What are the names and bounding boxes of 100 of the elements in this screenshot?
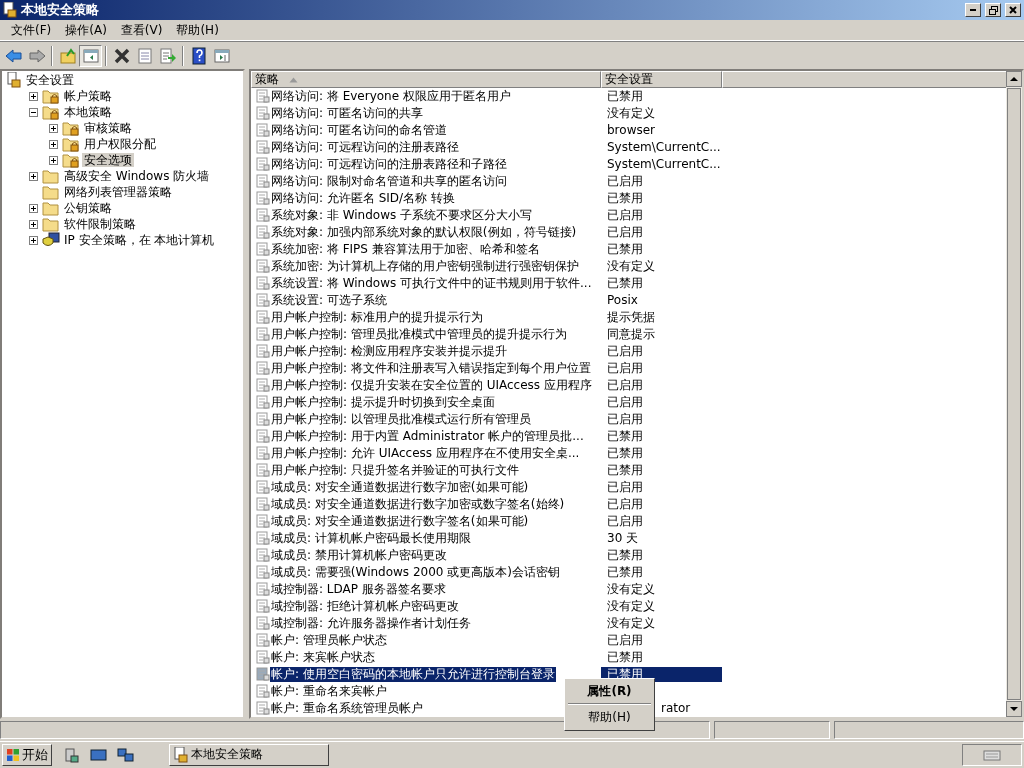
computer-shield-icon (42, 232, 60, 248)
policy-icon (256, 123, 270, 138)
policy-name[interactable]: 网络访问: 可远程访问的注册表路径 (270, 140, 460, 155)
expand-toggle[interactable] (29, 235, 38, 245)
policy-name[interactable]: 网络访问: 限制对命名管道和共享的匿名访问 (270, 174, 508, 189)
policy-name[interactable]: 域成员: 禁用计算机帐户密码更改 (270, 548, 448, 563)
setting-value: 已禁用 (606, 276, 644, 291)
policy-icon (256, 446, 270, 461)
folder-up-icon (58, 46, 77, 65)
start-button[interactable]: 开始 (2, 743, 52, 766)
policy-name[interactable]: 系统加密: 将 FIPS 兼容算法用于加密、哈希和签名 (270, 242, 541, 257)
policy-icon (256, 276, 270, 291)
menu-item[interactable]: 文件(F) (4, 21, 59, 39)
vertical-scrollbar[interactable] (1006, 71, 1022, 717)
expand-toggle[interactable] (49, 155, 58, 165)
minimize-button[interactable] (965, 3, 981, 17)
setting-value: 已启用 (606, 378, 644, 393)
policy-name[interactable]: 帐户: 管理员帐户状态 (270, 633, 388, 648)
scrollbar-thumb[interactable] (1007, 88, 1021, 700)
menu-item[interactable]: 帮助(H) (169, 21, 226, 39)
tree-item[interactable]: 安全选项 (82, 152, 134, 168)
tree-item[interactable]: 用户权限分配 (82, 136, 158, 152)
menu-item[interactable]: 帮助(H) (567, 707, 652, 728)
taskbar-button[interactable]: 本地安全策略 (169, 743, 329, 766)
collapse-toggle[interactable] (29, 107, 38, 117)
tree-pane-button[interactable] (79, 44, 102, 67)
policy-name[interactable]: 帐户: 重命名来宾帐户 (270, 684, 388, 699)
expand-toggle[interactable] (49, 139, 58, 149)
policy-name[interactable]: 域成员: 对安全通道数据进行数字加密或数字签名(始终) (270, 497, 566, 512)
policy-name[interactable]: 网络访问: 允许匿名 SID/名称 转换 (270, 191, 456, 206)
tree-item[interactable]: 软件限制策略 (62, 216, 138, 232)
policy-name[interactable]: 用户帐户控制: 允许 UIAccess 应用程序在不使用安全桌... (270, 446, 581, 461)
policy-name[interactable]: 域成员: 计算机帐户密码最长使用期限 (270, 531, 472, 546)
expand-toggle[interactable] (49, 123, 58, 133)
policy-name[interactable]: 域成员: 需要强(Windows 2000 或更高版本)会话密钥 (270, 565, 561, 580)
policy-name[interactable]: 用户帐户控制: 仅提升安装在安全位置的 UIAccess 应用程序 (270, 378, 593, 393)
tree-item[interactable]: 高级安全 Windows 防火墙 (62, 168, 212, 184)
policy-name[interactable]: 域控制器: LDAP 服务器签名要求 (270, 582, 447, 597)
policy-name[interactable]: 域控制器: 拒绝计算机帐户密码更改 (270, 599, 460, 614)
tree-item[interactable]: 网络列表管理器策略 (62, 184, 174, 200)
policy-name[interactable]: 网络访问: 可匿名访问的命名管道 (270, 123, 448, 138)
policy-icon (256, 242, 270, 257)
expand-toggle[interactable] (29, 171, 38, 181)
policy-name[interactable]: 用户帐户控制: 管理员批准模式中管理员的提升提示行为 (270, 327, 568, 342)
expand-toggle[interactable] (29, 219, 38, 229)
scroll-up-button[interactable] (1006, 71, 1022, 87)
tree-item[interactable]: IP 安全策略，在 本地计算机 (62, 232, 217, 248)
policy-icon (256, 310, 270, 325)
expand-toggle[interactable] (29, 203, 38, 213)
setting-value: 没有定义 (606, 599, 656, 614)
policy-name[interactable]: 域成员: 对安全通道数据进行数字加密(如果可能) (270, 480, 530, 495)
policy-icon (256, 633, 270, 648)
policy-name[interactable]: 用户帐户控制: 用于内置 Administrator 帐户的管理员批... (270, 429, 585, 444)
menu-item[interactable]: 操作(A) (58, 21, 114, 39)
menu-item[interactable]: 查看(V) (113, 21, 170, 39)
policy-name[interactable]: 用户帐户控制: 提示提升时切换到安全桌面 (270, 395, 496, 410)
close-button[interactable] (1005, 3, 1021, 17)
policy-icon (256, 344, 270, 359)
scroll-down-button[interactable] (1006, 701, 1022, 717)
setting-value: 已禁用 (606, 548, 644, 563)
policy-name[interactable]: 帐户: 重命名系统管理员帐户 (270, 701, 424, 716)
policy-name[interactable]: 用户帐户控制: 将文件和注册表写入错误指定到每个用户位置 (270, 361, 592, 376)
column-header[interactable]: 策略 (251, 71, 601, 88)
setting-value: 已禁用 (606, 429, 644, 444)
policy-name[interactable]: 帐户: 使用空白密码的本地帐户只允许进行控制台登录 (270, 667, 556, 682)
policy-name[interactable]: 域成员: 对安全通道数据进行数字签名(如果可能) (270, 514, 530, 529)
policy-name[interactable]: 网络访问: 将 Everyone 权限应用于匿名用户 (270, 89, 512, 104)
policy-icon (256, 531, 270, 546)
menu-item[interactable]: 属性(R) (567, 681, 652, 702)
policy-icon (256, 650, 270, 665)
lock-folder-icon (42, 88, 60, 104)
policy-name[interactable]: 网络访问: 可匿名访问的共享 (270, 106, 424, 121)
policy-name[interactable]: 系统设置: 可选子系统 (270, 293, 388, 308)
policy-name[interactable]: 用户帐户控制: 只提升签名并验证的可执行文件 (270, 463, 520, 478)
policy-icon (256, 616, 270, 631)
column-header[interactable]: 安全设置 (601, 71, 722, 88)
keyboard-icon (983, 748, 1001, 761)
tree-item[interactable]: 本地策略 (62, 104, 114, 120)
setting-value: 提示凭据 (606, 310, 656, 325)
policy-name[interactable]: 网络访问: 可远程访问的注册表路径和子路径 (270, 157, 508, 172)
policy-name[interactable]: 系统设置: 将 Windows 可执行文件中的证书规则用于软件... (270, 276, 593, 291)
tree-item[interactable]: 审核策略 (82, 120, 134, 136)
restore-button[interactable] (985, 3, 1001, 17)
policy-name[interactable]: 用户帐户控制: 检测应用程序安装并提示提升 (270, 344, 508, 359)
policy-name[interactable]: 用户帐户控制: 标准用户的提升提示行为 (270, 310, 484, 325)
tree-item[interactable]: 公钥策略 (62, 200, 114, 216)
tree-item[interactable]: 安全设置 (24, 72, 76, 88)
policy-name[interactable]: 用户帐户控制: 以管理员批准模式运行所有管理员 (270, 412, 532, 427)
tree-item[interactable]: 帐户策略 (62, 88, 114, 104)
policy-name[interactable]: 系统对象: 非 Windows 子系统不要求区分大小写 (270, 208, 534, 223)
policy-icon (256, 327, 270, 342)
lock-document-icon (3, 2, 17, 18)
setting-value: 已禁用 (606, 650, 644, 665)
policy-name[interactable]: 帐户: 来宾帐户状态 (270, 650, 376, 665)
policy-icon (256, 293, 270, 308)
setting-value: 没有定义 (606, 616, 656, 631)
policy-name[interactable]: 系统对象: 加强内部系统对象的默认权限(例如，符号链接) (270, 225, 578, 240)
policy-name[interactable]: 域控制器: 允许服务器操作者计划任务 (270, 616, 472, 631)
policy-name[interactable]: 系统加密: 为计算机上存储的用户密钥强制进行强密钥保护 (270, 259, 580, 274)
expand-toggle[interactable] (29, 91, 38, 101)
